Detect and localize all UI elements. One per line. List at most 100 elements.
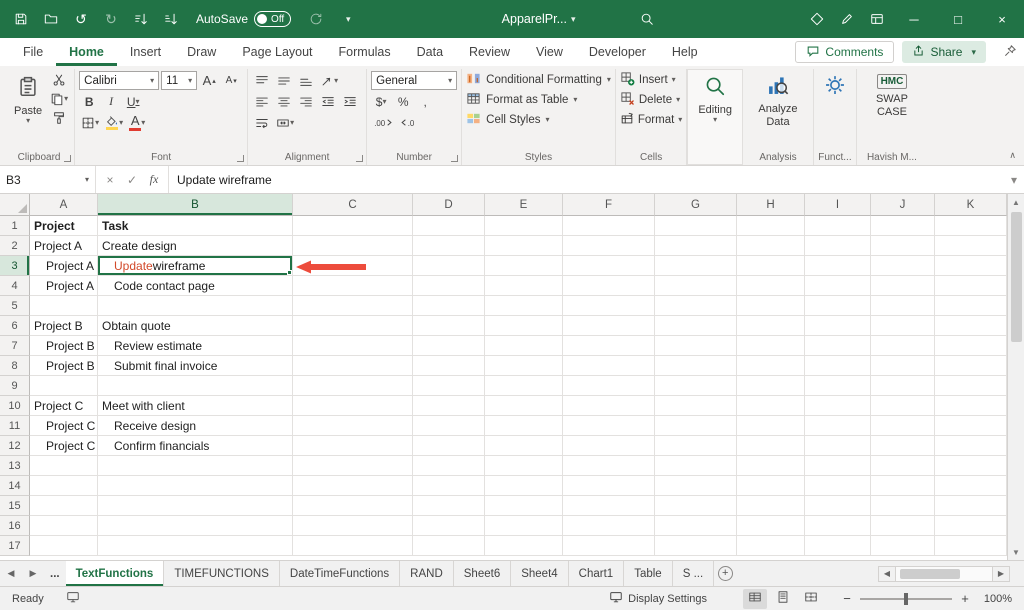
cell-B13[interactable] — [98, 456, 293, 476]
cancel-icon[interactable]: × — [100, 173, 120, 187]
insert-cells-button[interactable]: Insert ▾ — [620, 70, 682, 90]
cell-K4[interactable] — [935, 276, 1007, 296]
column-header-D[interactable]: D — [413, 194, 485, 216]
cell-E1[interactable] — [485, 216, 563, 236]
comments-button[interactable]: Comments — [795, 41, 894, 63]
align-left-button[interactable] — [252, 92, 272, 111]
cell-F9[interactable] — [563, 376, 655, 396]
cell-D6[interactable] — [413, 316, 485, 336]
page-layout-view-icon[interactable] — [771, 589, 795, 609]
cell-E16[interactable] — [485, 516, 563, 536]
page-break-view-icon[interactable] — [799, 589, 823, 609]
cell-I8[interactable] — [805, 356, 871, 376]
cell-D9[interactable] — [413, 376, 485, 396]
cell-G12[interactable] — [655, 436, 737, 456]
hscroll-right-icon[interactable]: ▶ — [992, 566, 1010, 582]
cell-C7[interactable] — [293, 336, 413, 356]
align-top-button[interactable] — [252, 71, 272, 90]
ribbon-tab-insert[interactable]: Insert — [117, 38, 174, 66]
cell-G4[interactable] — [655, 276, 737, 296]
cell-B10[interactable]: Meet with client — [98, 396, 293, 416]
cell-J17[interactable] — [871, 536, 935, 556]
row-header-13[interactable]: 13 — [0, 456, 30, 476]
sheet-tab-table[interactable]: Table — [624, 561, 673, 586]
decrease-font-size-button[interactable]: A▾ — [221, 71, 241, 90]
sheet-tab-sheet4[interactable]: Sheet4 — [511, 561, 568, 586]
format-as-table-button[interactable]: Format as Table ▾ — [466, 90, 611, 110]
cell-E5[interactable] — [485, 296, 563, 316]
cell-D10[interactable] — [413, 396, 485, 416]
maximize-button[interactable]: □ — [936, 0, 980, 38]
column-header-I[interactable]: I — [805, 194, 871, 216]
cell-J4[interactable] — [871, 276, 935, 296]
decrease-indent-button[interactable] — [318, 92, 338, 111]
cell-D13[interactable] — [413, 456, 485, 476]
column-header-B[interactable]: B — [98, 194, 293, 216]
cell-H9[interactable] — [737, 376, 805, 396]
row-header-17[interactable]: 17 — [0, 536, 30, 556]
format-painter-button[interactable] — [48, 108, 70, 127]
cell-B17[interactable] — [98, 536, 293, 556]
cell-C17[interactable] — [293, 536, 413, 556]
cell-E3[interactable] — [485, 256, 563, 276]
cell-E10[interactable] — [485, 396, 563, 416]
cell-H3[interactable] — [737, 256, 805, 276]
minimize-button[interactable]: ─ — [892, 0, 936, 38]
sheet-tab-rand[interactable]: RAND — [400, 561, 454, 586]
ribbon-tab-help[interactable]: Help — [659, 38, 711, 66]
cell-F8[interactable] — [563, 356, 655, 376]
open-icon[interactable] — [36, 4, 66, 34]
paste-button[interactable]: Paste ▾ — [8, 72, 48, 125]
cell-A17[interactable] — [30, 536, 98, 556]
select-all-corner[interactable] — [0, 194, 30, 216]
cell-D3[interactable] — [413, 256, 485, 276]
cell-J2[interactable] — [871, 236, 935, 256]
autosave-toggle[interactable]: AutoSave Off — [196, 11, 291, 27]
cell-D16[interactable] — [413, 516, 485, 536]
cell-D1[interactable] — [413, 216, 485, 236]
cell-H17[interactable] — [737, 536, 805, 556]
cell-C8[interactable] — [293, 356, 413, 376]
italic-button[interactable]: I — [101, 92, 121, 111]
comma-style-button[interactable]: , — [415, 92, 435, 111]
cell-H15[interactable] — [737, 496, 805, 516]
cell-A15[interactable] — [30, 496, 98, 516]
ribbon-tab-data[interactable]: Data — [404, 38, 456, 66]
pin-panel-icon[interactable] — [996, 38, 1024, 66]
ribbon-tab-developer[interactable]: Developer — [576, 38, 659, 66]
cell-D5[interactable] — [413, 296, 485, 316]
cell-C14[interactable] — [293, 476, 413, 496]
cell-K3[interactable] — [935, 256, 1007, 276]
cell-B3[interactable]: Update wireframe — [98, 256, 293, 276]
cell-styles-button[interactable]: Cell Styles ▾ — [466, 110, 611, 130]
cell-C15[interactable] — [293, 496, 413, 516]
redo-icon[interactable]: ↻ — [96, 4, 126, 34]
cell-E17[interactable] — [485, 536, 563, 556]
cell-E12[interactable] — [485, 436, 563, 456]
cell-G1[interactable] — [655, 216, 737, 236]
cell-G8[interactable] — [655, 356, 737, 376]
cell-A11[interactable]: Project C — [30, 416, 98, 436]
cell-B2[interactable]: Create design — [98, 236, 293, 256]
vertical-scrollbar[interactable]: ▲ ▼ — [1007, 194, 1024, 560]
cell-A13[interactable] — [30, 456, 98, 476]
wrap-text-button[interactable] — [252, 113, 272, 132]
cell-D17[interactable] — [413, 536, 485, 556]
column-header-J[interactable]: J — [871, 194, 935, 216]
cell-I2[interactable] — [805, 236, 871, 256]
cell-A2[interactable]: Project A — [30, 236, 98, 256]
cell-H5[interactable] — [737, 296, 805, 316]
cell-F13[interactable] — [563, 456, 655, 476]
cell-J6[interactable] — [871, 316, 935, 336]
align-right-button[interactable] — [296, 92, 316, 111]
accessibility-icon[interactable] — [66, 590, 80, 607]
cell-A14[interactable] — [30, 476, 98, 496]
percent-style-button[interactable]: % — [393, 92, 413, 111]
cell-E8[interactable] — [485, 356, 563, 376]
cell-D8[interactable] — [413, 356, 485, 376]
cell-C10[interactable] — [293, 396, 413, 416]
cell-E6[interactable] — [485, 316, 563, 336]
cell-I14[interactable] — [805, 476, 871, 496]
cell-H6[interactable] — [737, 316, 805, 336]
cell-F15[interactable] — [563, 496, 655, 516]
